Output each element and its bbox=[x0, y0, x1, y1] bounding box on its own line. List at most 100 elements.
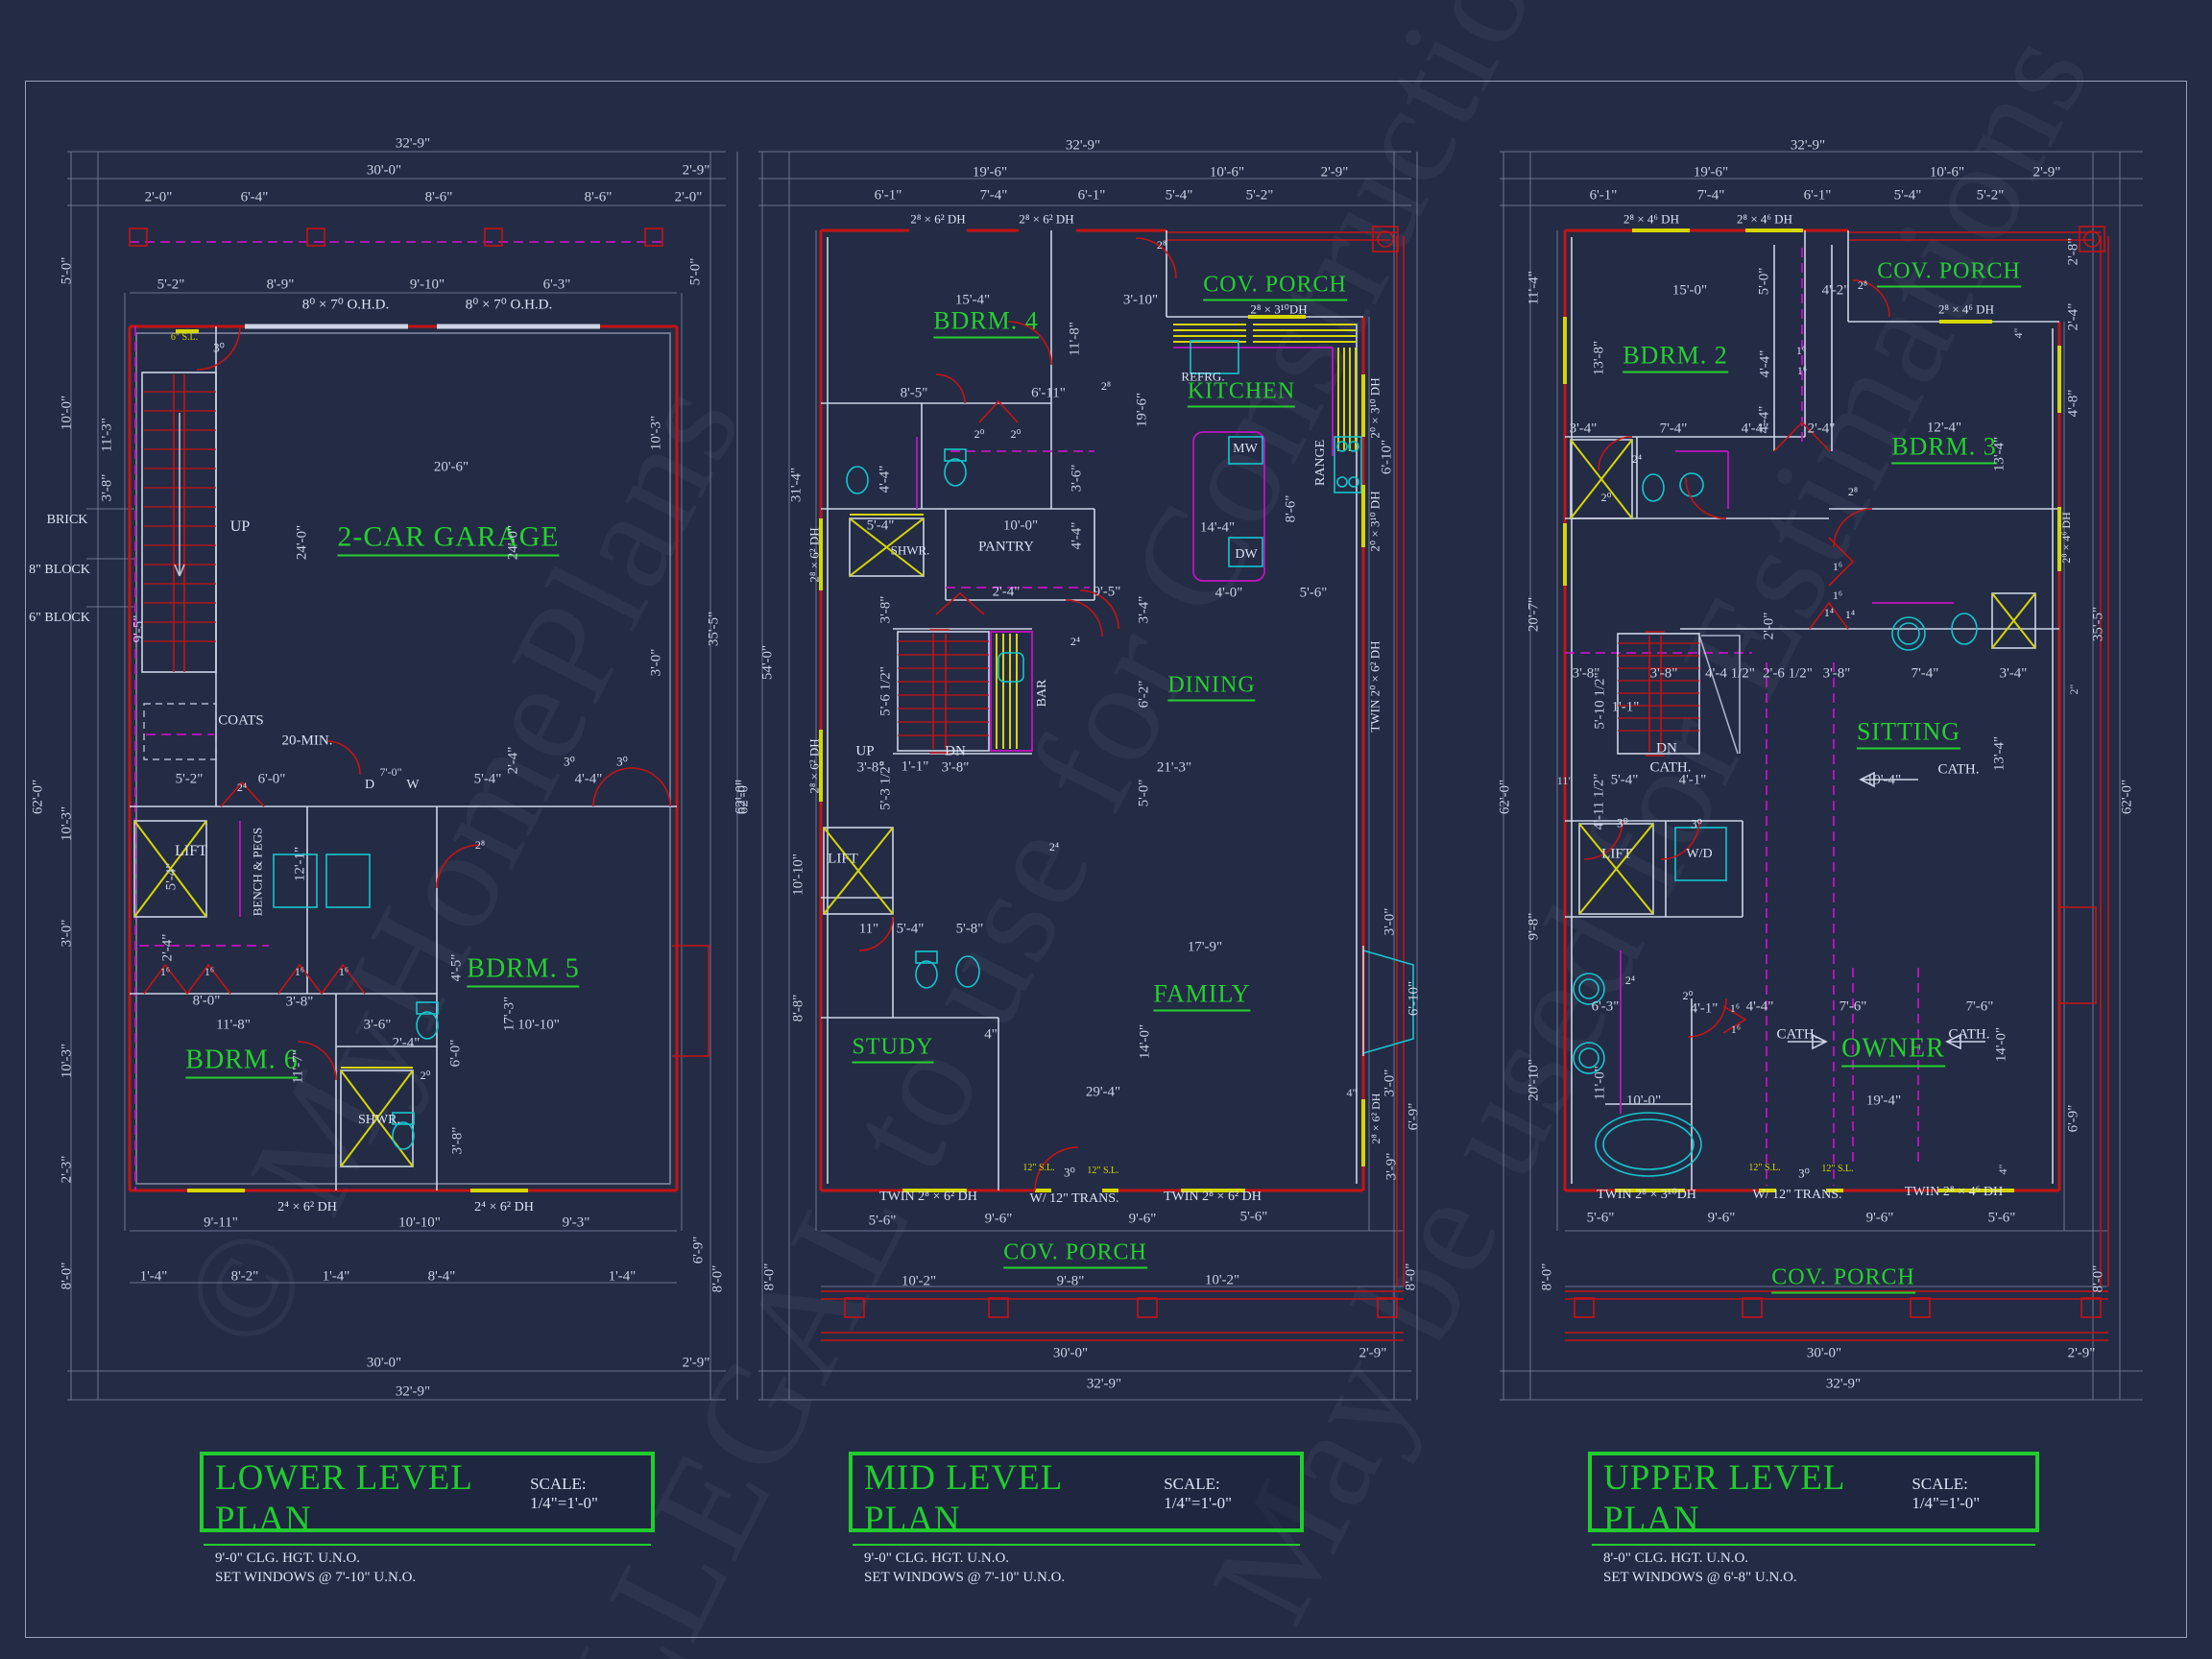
dimension-label: 6'-2" bbox=[1138, 681, 1152, 709]
dimension-label: 3⁰ bbox=[564, 756, 575, 768]
dimension-label: 5'-6" bbox=[1300, 587, 1328, 601]
dimension-label: 2'-4" bbox=[2067, 303, 2081, 331]
dimension-label: UP bbox=[855, 745, 874, 759]
dimension-label: 4'-4" bbox=[1070, 522, 1085, 550]
dimension-label: 4'-4" bbox=[575, 773, 603, 787]
dimension-label: 2⁸ × 3¹⁰DH bbox=[1250, 303, 1307, 316]
dimension-label: TWIN 2⁸ × 3¹⁰DH bbox=[1597, 1189, 1696, 1202]
dimension-label: 7'-4" bbox=[980, 189, 1008, 204]
mid-plan-porch bbox=[821, 1291, 1404, 1340]
plan-title: LOWER LEVEL PLAN bbox=[215, 1457, 530, 1540]
dimension-label: 5'-2" bbox=[157, 278, 185, 293]
plan-title: UPPER LEVEL PLAN bbox=[1603, 1457, 1911, 1540]
dimension-label: CATH. bbox=[1949, 1028, 1990, 1043]
dimension-label: 8'-6" bbox=[425, 191, 453, 205]
dimension-label: 21'-3" bbox=[1157, 761, 1191, 776]
dimension-label: TWIN 2⁸ × 6² DH bbox=[879, 1190, 977, 1204]
dimension-label: SHWR. bbox=[891, 544, 930, 557]
dimension-label: 8'-0" bbox=[763, 1263, 778, 1291]
dimension-label: 6'-9" bbox=[692, 1237, 707, 1264]
dimension-label: 2⁰ × 3¹⁰ DH bbox=[1369, 491, 1382, 551]
dimension-label: 9'-10" bbox=[410, 278, 445, 293]
dimension-label: 6'-9" bbox=[2067, 1105, 2081, 1133]
dimension-label: 1⁶ bbox=[160, 966, 170, 977]
dimension-label: 1⁶ bbox=[339, 966, 349, 977]
dimension-label: 5'-8" bbox=[956, 923, 984, 937]
dimension-label: 2⁰ bbox=[974, 428, 985, 440]
dimension-label: W bbox=[406, 779, 419, 792]
dimension-label: 8'-0" bbox=[193, 995, 221, 1009]
dimension-label: 2⁸ × 4⁶ DH bbox=[1623, 213, 1679, 226]
dimension-label: 13'-4" bbox=[1993, 437, 2008, 471]
plan-note: SET WINDOWS @ 6'-8" U.N.O. bbox=[1603, 1568, 2024, 1587]
dimension-label: 1'-1" bbox=[1612, 701, 1640, 715]
dimension-label: 6'-0" bbox=[449, 1040, 464, 1068]
dimension-label: 2⁸ bbox=[1858, 279, 1867, 291]
dimension-label: 12" S.L. bbox=[1087, 1166, 1118, 1176]
dimension-label: 8⁰ × 7⁰ O.H.D. bbox=[466, 299, 552, 313]
dimension-label: 2⁸ × 6² DH bbox=[1019, 213, 1073, 226]
dimension-label: 8'-4" bbox=[428, 1270, 456, 1285]
dimension-label: LIFT bbox=[828, 853, 858, 867]
dimension-label: 5'-4" bbox=[1894, 189, 1922, 204]
dimension-label: 5'-2" bbox=[1977, 189, 2005, 204]
dimension-label: 6'-9" bbox=[1407, 1103, 1422, 1131]
dimension-label: 9'-8" bbox=[1057, 1275, 1085, 1289]
dimension-label: 2⁰ bbox=[1601, 492, 1612, 503]
room-label: OWNER bbox=[1841, 1036, 1945, 1068]
plan-note: SET WINDOWS @ 7'-10" U.N.O. bbox=[864, 1568, 1288, 1587]
dimension-label: 6'-11" bbox=[1031, 387, 1066, 401]
dimension-label: 19'-4" bbox=[1866, 1094, 1901, 1109]
dimension-label: 9'-6" bbox=[1129, 1213, 1157, 1227]
dimension-label: 2⁴ bbox=[1625, 974, 1635, 986]
dimension-label: 5'-0" bbox=[60, 257, 75, 285]
room-label: COV. PORCH bbox=[1771, 1266, 1915, 1294]
dimension-label: 30'-0" bbox=[367, 164, 401, 179]
room-label: BDRM. 5 bbox=[467, 956, 579, 988]
dimension-label: 3⁰ bbox=[1691, 818, 1702, 830]
dimension-label: 1⁶ bbox=[204, 966, 214, 977]
dimension-label: 35'-5" bbox=[708, 612, 722, 646]
dimension-label: 10'-0" bbox=[60, 396, 75, 430]
dimension-label: CATH. bbox=[1777, 1028, 1818, 1043]
dimension-label: 2'-9" bbox=[683, 164, 710, 179]
dimension-label: RANGE bbox=[1314, 440, 1328, 486]
dimension-label: 10'-3" bbox=[60, 1044, 75, 1078]
dimension-label: 5'-0" bbox=[1758, 268, 1772, 296]
upper-plan-walls bbox=[1565, 227, 2108, 1286]
dimension-label: 5'-4" bbox=[165, 863, 180, 891]
dimension-label: 31'-4" bbox=[790, 468, 805, 502]
dimension-label: 3'-6" bbox=[1070, 465, 1085, 493]
dimension-label: 8'-0" bbox=[2092, 1265, 2106, 1293]
dimension-label: 2⁴ bbox=[1070, 636, 1080, 647]
dimension-label: 4'-2" bbox=[1822, 284, 1850, 299]
room-label: KITCHEN bbox=[1188, 380, 1295, 408]
dimension-label: 5'-0" bbox=[689, 258, 704, 286]
dimension-label: 7'-4" bbox=[1660, 422, 1688, 437]
dimension-label: 6'-1" bbox=[1078, 189, 1106, 204]
dimension-label: 3'-8" bbox=[1823, 667, 1851, 682]
dimension-label: 2'-4" bbox=[393, 1037, 421, 1051]
dimension-label: 4" bbox=[1997, 1165, 2008, 1175]
dimension-label: 3'-4" bbox=[1570, 422, 1598, 437]
dimension-label: 3'-4" bbox=[2000, 667, 2028, 682]
dimension-label: 32'-9" bbox=[1791, 139, 1825, 154]
plan-title: MID LEVEL PLAN bbox=[864, 1457, 1164, 1540]
dimension-label: 15'-4" bbox=[955, 294, 990, 308]
dimension-label: 6'-3" bbox=[543, 278, 571, 293]
dimension-label: 20-MIN. bbox=[282, 734, 333, 749]
dimension-label: DN bbox=[945, 745, 966, 759]
dimension-label: 3'-0" bbox=[60, 920, 75, 948]
dimension-label: 2⁴ bbox=[237, 781, 247, 793]
plan-note: 8'-0" CLG. HGT. U.N.O. bbox=[1603, 1549, 2024, 1568]
room-label: SITTING bbox=[1857, 720, 1960, 750]
dimension-label: PANTRY bbox=[978, 541, 1034, 555]
dimension-label: 6" BLOCK bbox=[29, 612, 90, 625]
dimension-label: 62'-0" bbox=[1499, 780, 1513, 814]
dimension-label: COATS bbox=[218, 714, 264, 729]
dimension-label: 1⁶ bbox=[1833, 561, 1842, 572]
dimension-label: 3'-0" bbox=[1383, 908, 1398, 936]
dimension-label: 4'-1" bbox=[1691, 1002, 1719, 1017]
dimension-label: 17'-9" bbox=[1188, 941, 1222, 955]
dimension-label: 7'-4" bbox=[1911, 667, 1939, 682]
